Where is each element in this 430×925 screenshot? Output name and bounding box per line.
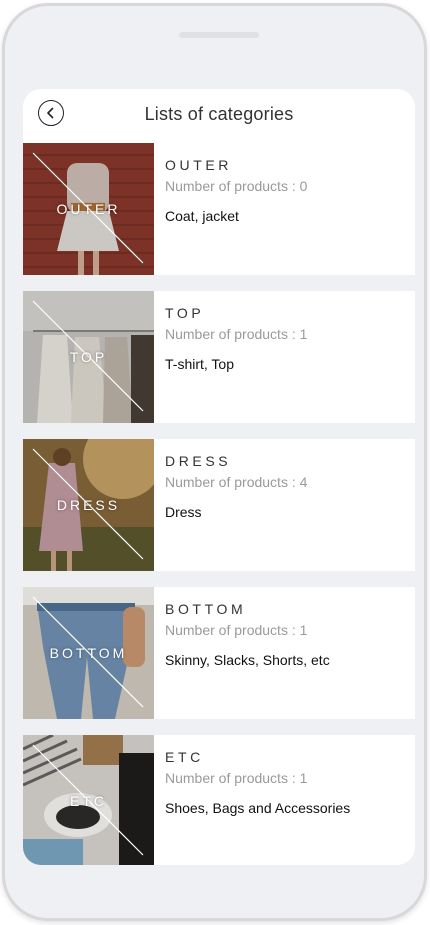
category-list: OUTER OUTER Number of products : 0 Coat,… <box>23 143 415 865</box>
category-thumbnail-dress: DRESS <box>23 439 154 571</box>
product-count: Number of products : 1 <box>165 622 308 638</box>
category-name: OUTER <box>165 157 232 173</box>
product-count: Number of products : 1 <box>165 770 308 786</box>
category-info: BOTTOM Number of products : 1 Skinny, Sl… <box>165 601 330 668</box>
category-thumbnail-top: TOP <box>23 291 154 423</box>
category-info: OUTER Number of products : 0 Coat, jacke… <box>165 157 307 224</box>
category-description: Coat, jacket <box>165 208 239 224</box>
category-description: Shoes, Bags and Accessories <box>165 800 351 816</box>
app-header: Lists of categories <box>23 89 415 143</box>
category-name: BOTTOM <box>165 601 247 617</box>
app-screen: Lists of categories OUTER OUTER Number o… <box>23 89 415 865</box>
category-thumbnail-outer: OUTER <box>23 143 154 275</box>
phone-frame: Lists of categories OUTER OUTER Number o… <box>2 3 427 921</box>
category-description: Skinny, Slacks, Shorts, etc <box>165 652 330 668</box>
category-thumbnail-etc: ETC <box>23 735 154 865</box>
category-description: T-shirt, Top <box>165 356 234 372</box>
category-info: DRESS Number of products : 4 Dress <box>165 453 307 520</box>
category-item-bottom[interactable]: BOTTOM BOTTOM Number of products : 1 Ski… <box>23 587 415 719</box>
thumbnail-label: OUTER <box>56 201 121 217</box>
product-count: Number of products : 0 <box>165 178 308 194</box>
category-info: TOP Number of products : 1 T-shirt, Top <box>165 305 307 372</box>
category-info: ETC Number of products : 1 Shoes, Bags a… <box>165 749 350 816</box>
category-name: TOP <box>165 305 205 321</box>
phone-speaker <box>179 32 259 38</box>
category-item-dress[interactable]: DRESS DRESS Number of products : 4 Dress <box>23 439 415 571</box>
thumbnail-label: BOTTOM <box>49 645 128 661</box>
thumbnail-label: DRESS <box>56 497 121 513</box>
category-name: ETC <box>165 749 204 765</box>
product-count: Number of products : 1 <box>165 326 308 342</box>
thumbnail-label: TOP <box>69 349 108 365</box>
category-name: DRESS <box>165 453 232 469</box>
category-description: Dress <box>165 504 202 520</box>
category-item-etc[interactable]: ETC ETC Number of products : 1 Shoes, Ba… <box>23 735 415 865</box>
thumbnail-label: ETC <box>70 793 107 809</box>
category-item-top[interactable]: TOP TOP Number of products : 1 T-shirt, … <box>23 291 415 423</box>
product-count: Number of products : 4 <box>165 474 308 490</box>
page-title: Lists of categories <box>144 104 294 124</box>
category-thumbnail-bottom: BOTTOM <box>23 587 154 719</box>
category-item-outer[interactable]: OUTER OUTER Number of products : 0 Coat,… <box>23 143 415 275</box>
